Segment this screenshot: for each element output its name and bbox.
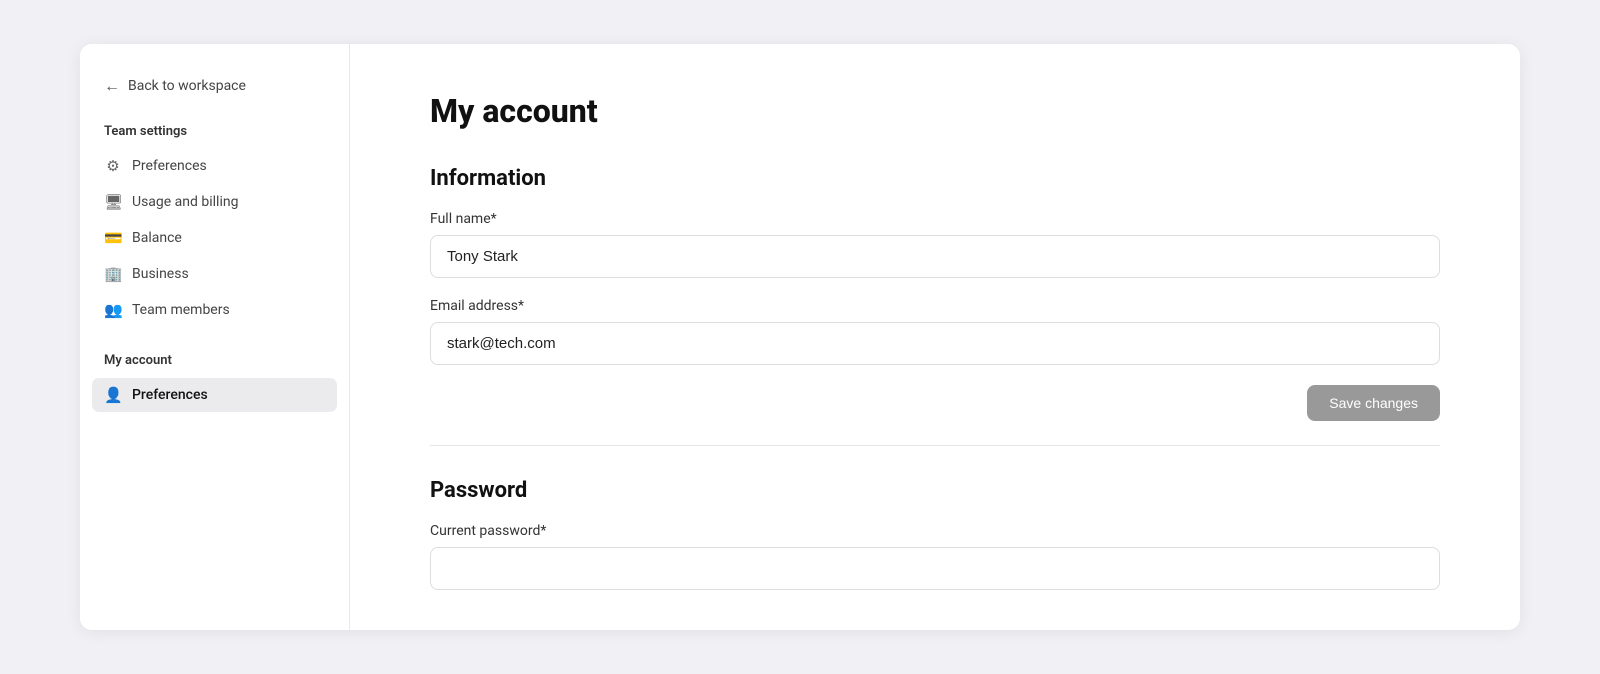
business-icon: 🏢 (104, 265, 122, 283)
email-field: Email address* (430, 298, 1440, 385)
sidebar-item-label: Business (132, 266, 189, 282)
back-arrow-icon: ← (104, 76, 120, 96)
sidebar-item-label: Preferences (132, 387, 208, 403)
sidebar: ← Back to workspace Team settings ⚙ Pref… (80, 44, 350, 630)
current-password-input[interactable] (430, 547, 1440, 590)
team-icon: 👥 (104, 301, 122, 319)
email-label: Email address* (430, 298, 1440, 314)
password-section-title: Password (430, 478, 1440, 503)
sidebar-item-account-preferences[interactable]: 👤 Preferences (92, 378, 337, 412)
sidebar-item-label: Preferences (132, 158, 207, 174)
monitor-icon: 🖥 (104, 193, 122, 211)
sidebar-item-label: Balance (132, 230, 182, 246)
app-container: ← Back to workspace Team settings ⚙ Pref… (80, 44, 1520, 630)
save-changes-button[interactable]: Save changes (1307, 385, 1440, 421)
team-settings-nav: ⚙ Preferences 🖥 Usage and billing 💳 Bala… (80, 149, 349, 329)
current-password-label: Current password* (430, 523, 1440, 539)
sidebar-item-label: Team members (132, 302, 230, 318)
info-section-title: Information (430, 166, 1440, 191)
account-nav: 👤 Preferences (80, 378, 349, 414)
gear-icon: ⚙ (104, 157, 122, 175)
team-settings-label: Team settings (80, 124, 349, 149)
section-divider (430, 445, 1440, 446)
email-input[interactable] (430, 322, 1440, 365)
my-account-label: My account (80, 353, 349, 378)
card-icon: 💳 (104, 229, 122, 247)
full-name-label: Full name* (430, 211, 1440, 227)
main-content: My account Information Full name* Email … (350, 44, 1520, 630)
back-label: Back to workspace (128, 78, 246, 94)
full-name-input[interactable] (430, 235, 1440, 278)
current-password-field: Current password* (430, 523, 1440, 590)
sidebar-item-business[interactable]: 🏢 Business (92, 257, 337, 291)
back-to-workspace-link[interactable]: ← Back to workspace (80, 76, 349, 124)
sidebar-item-label: Usage and billing (132, 194, 238, 210)
sidebar-item-usage-billing[interactable]: 🖥 Usage and billing (92, 185, 337, 219)
sidebar-item-balance[interactable]: 💳 Balance (92, 221, 337, 255)
sidebar-item-preferences[interactable]: ⚙ Preferences (92, 149, 337, 183)
person-icon: 👤 (104, 386, 122, 404)
full-name-field: Full name* (430, 211, 1440, 298)
page-title: My account (430, 92, 1440, 130)
sidebar-item-team-members[interactable]: 👥 Team members (92, 293, 337, 327)
